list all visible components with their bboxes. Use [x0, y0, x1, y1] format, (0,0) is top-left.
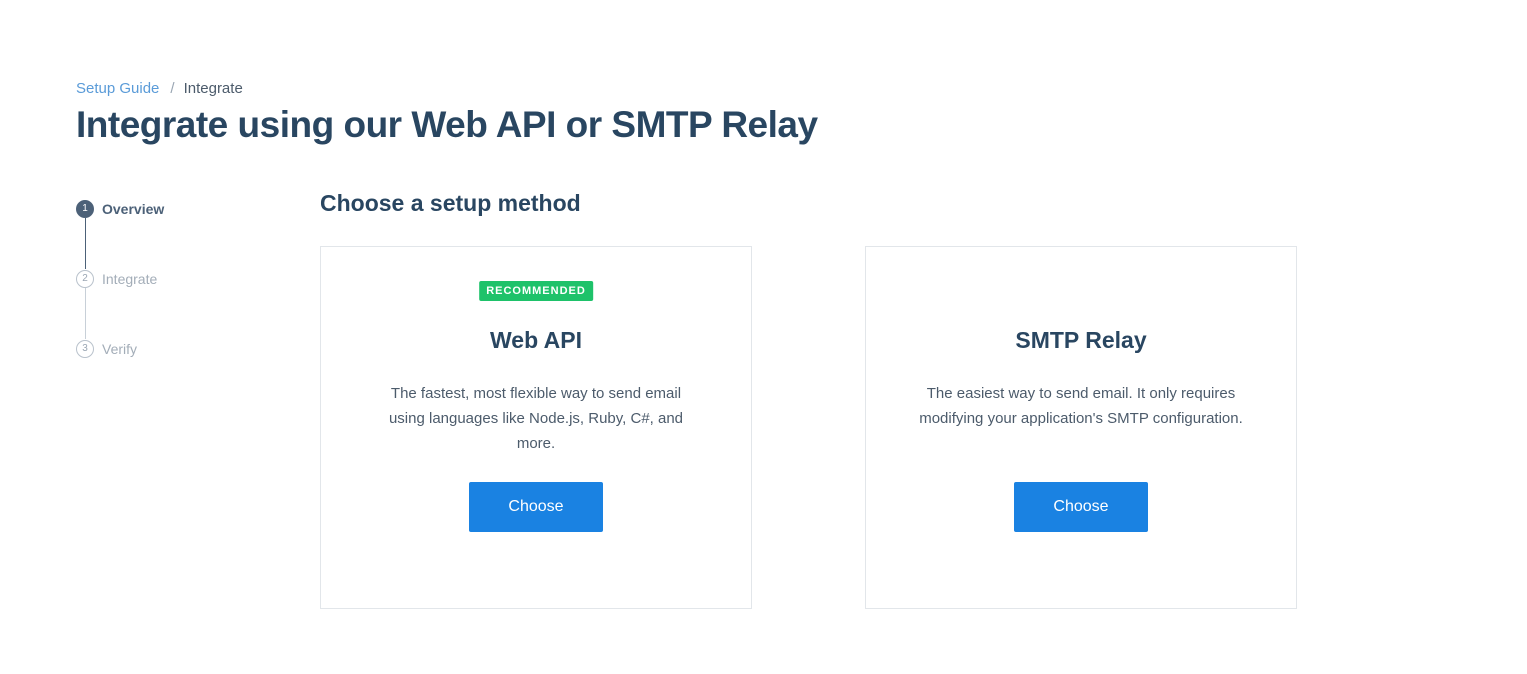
step-number-2: 2 — [76, 270, 94, 288]
step-verify: 3 Verify — [76, 339, 137, 359]
page-title: Integrate using our Web API or SMTP Rela… — [76, 104, 818, 145]
step-overview: 1 Overview — [76, 199, 164, 219]
step-label-integrate: Integrate — [102, 271, 158, 287]
step-label-verify: Verify — [102, 341, 138, 357]
step-number-3: 3 — [76, 340, 94, 358]
choose-smtp-relay-button[interactable]: Choose — [1014, 482, 1148, 532]
recommended-badge: RECOMMENDED — [479, 281, 593, 301]
stepper-connector-2 — [85, 288, 86, 339]
smtp-relay-card: SMTP Relay The easiest way to send email… — [865, 246, 1297, 609]
breadcrumb-setup-guide-link[interactable]: Setup Guide — [76, 80, 159, 97]
setup-stepper: 1 Overview 2 Integrate 3 Verify — [76, 199, 276, 369]
breadcrumb-separator: / — [170, 80, 175, 97]
web-api-title: Web API — [489, 327, 582, 353]
web-api-card: RECOMMENDED Web API The fastest, most fl… — [320, 246, 752, 609]
smtp-relay-title: SMTP Relay — [1015, 327, 1147, 353]
web-api-description: The fastest, most flexible way to send e… — [388, 385, 684, 452]
step-number-1: 1 — [76, 200, 94, 218]
choose-web-api-button[interactable]: Choose — [469, 482, 603, 532]
step-integrate: 2 Integrate — [76, 269, 157, 289]
step-label-overview: Overview — [102, 201, 165, 217]
breadcrumb-current: Integrate — [183, 80, 243, 97]
stepper-connector-1 — [85, 218, 86, 269]
section-title: Choose a setup method — [320, 190, 581, 216]
breadcrumb: Setup Guide / Integrate — [76, 79, 243, 99]
smtp-relay-description: The easiest way to send email. It only r… — [919, 385, 1243, 427]
